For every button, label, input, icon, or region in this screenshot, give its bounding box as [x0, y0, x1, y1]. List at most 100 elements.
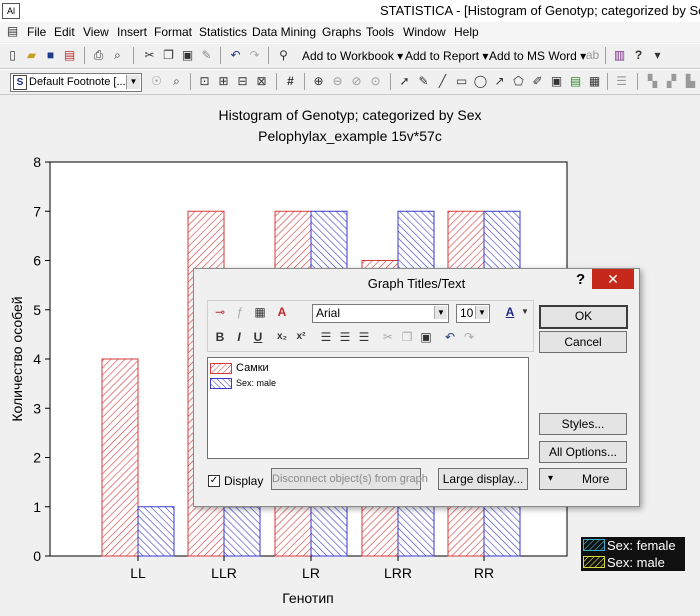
- align-center-icon[interactable]: ☰: [337, 329, 353, 345]
- menu-graphs[interactable]: Graphs: [322, 25, 361, 39]
- menu-view[interactable]: View: [83, 25, 109, 39]
- document-menu-icon[interactable]: ▤: [5, 24, 20, 39]
- disconnect-button[interactable]: Disconnect object(s) from graph: [271, 468, 428, 490]
- redo-icon[interactable]: ↷: [461, 329, 477, 345]
- insert-field-icon[interactable]: ⊸: [212, 304, 228, 320]
- undo-icon[interactable]: ↶: [442, 329, 458, 345]
- books-icon[interactable]: ▥: [612, 48, 627, 63]
- link-object-icon[interactable]: ▤: [568, 74, 583, 89]
- footnote-select[interactable]: S Default Footnote [... ▼: [10, 73, 142, 92]
- help-button[interactable]: ?: [576, 271, 585, 288]
- add-to-workbook-button[interactable]: Add to Workbook ▾: [302, 49, 403, 63]
- cut-icon[interactable]: ✂: [142, 48, 157, 63]
- close-button[interactable]: ✕: [592, 269, 634, 289]
- chevron-down-icon[interactable]: ▼: [434, 306, 447, 319]
- grid-icon[interactable]: #: [283, 74, 298, 89]
- x-axis-label[interactable]: Генотип: [282, 590, 333, 606]
- chevron-down-icon[interactable]: ▼: [475, 306, 488, 319]
- paste-icon[interactable]: ▣: [418, 329, 434, 345]
- open-icon[interactable]: ▰: [24, 48, 39, 63]
- paste-icon[interactable]: ▣: [180, 48, 195, 63]
- y-axis-label[interactable]: Количество особей: [9, 296, 25, 421]
- embed-object-icon[interactable]: ▣: [549, 74, 564, 89]
- group-icon[interactable]: ▚: [645, 74, 660, 89]
- italic-button[interactable]: I: [231, 329, 247, 345]
- legend-item-male[interactable]: Sex: male: [581, 554, 685, 571]
- menu-data-mining[interactable]: Data Mining: [252, 25, 316, 39]
- styles-button[interactable]: Styles...: [539, 413, 627, 435]
- copy-icon[interactable]: ❐: [161, 48, 176, 63]
- calculator-icon[interactable]: ▦: [252, 304, 268, 320]
- bar-female-ll[interactable]: [101, 358, 139, 557]
- ungroup-icon[interactable]: ▞: [664, 74, 679, 89]
- superscript-button[interactable]: x²: [293, 329, 309, 345]
- draw-text-icon[interactable]: ✎: [416, 74, 431, 89]
- align-right-icon[interactable]: ☰: [356, 329, 372, 345]
- display-checkbox[interactable]: ✓: [208, 475, 220, 487]
- draw-rect-icon[interactable]: ▭: [454, 74, 469, 89]
- object-properties-icon[interactable]: ▦: [587, 74, 602, 89]
- undo-icon[interactable]: ↶: [228, 48, 243, 63]
- add-to-report-button[interactable]: Add to Report ▾: [405, 49, 488, 63]
- pdf-icon[interactable]: ▤: [62, 48, 77, 63]
- bar-male-llr[interactable]: [223, 506, 261, 557]
- menu-statistics[interactable]: Statistics: [199, 25, 247, 39]
- menu-insert[interactable]: Insert: [117, 25, 147, 39]
- graph-options-icon[interactable]: ⊞: [216, 74, 231, 89]
- add-to-msword-button[interactable]: Add to MS Word ▾: [489, 49, 586, 63]
- large-display-button[interactable]: Large display...: [438, 468, 528, 490]
- draw-line-icon[interactable]: ╱: [435, 74, 450, 89]
- equation-icon[interactable]: ƒ: [232, 304, 248, 320]
- font-color-icon[interactable]: A: [502, 304, 518, 320]
- menu-format[interactable]: Format: [154, 25, 192, 39]
- draw-freehand-icon[interactable]: ✐: [530, 74, 545, 89]
- zoom-out-icon[interactable]: ⊖: [330, 74, 345, 89]
- underline-button[interactable]: U: [250, 329, 266, 345]
- draw-ellipse-icon[interactable]: ◯: [473, 74, 488, 89]
- zoom-region-icon[interactable]: ⌕: [169, 74, 184, 89]
- subscript-button[interactable]: x₂: [274, 329, 290, 345]
- font-select[interactable]: Arial ▼: [312, 304, 449, 323]
- spelling-icon[interactable]: ab: [585, 48, 600, 63]
- cut-icon[interactable]: ✂: [380, 329, 396, 345]
- align-left-icon[interactable]: ☰: [318, 329, 334, 345]
- align-icon[interactable]: ☰: [614, 74, 629, 89]
- toolbar-options-icon[interactable]: ▾: [650, 48, 665, 63]
- menu-tools[interactable]: Tools: [366, 25, 394, 39]
- menu-file[interactable]: File: [27, 25, 46, 39]
- graph-zoom-icon[interactable]: ⊡: [197, 74, 212, 89]
- menu-help[interactable]: Help: [454, 25, 479, 39]
- zoom-in-icon[interactable]: ⊕: [311, 74, 326, 89]
- save-icon[interactable]: ■: [43, 48, 58, 63]
- font-style-icon[interactable]: A: [274, 304, 290, 320]
- bold-button[interactable]: B: [212, 329, 228, 345]
- pointer-icon[interactable]: ➚: [397, 74, 412, 89]
- order-icon[interactable]: ▙: [683, 74, 698, 89]
- menu-window[interactable]: Window: [403, 25, 446, 39]
- brush-icon[interactable]: ☉: [149, 74, 164, 89]
- redo-icon[interactable]: ↷: [247, 48, 262, 63]
- chevron-down-icon[interactable]: ▼: [517, 304, 533, 320]
- new-icon[interactable]: ▯: [5, 48, 20, 63]
- draw-arrow-icon[interactable]: ↗: [492, 74, 507, 89]
- menu-edit[interactable]: Edit: [54, 25, 75, 39]
- cancel-button[interactable]: Cancel: [539, 331, 627, 353]
- help-pointer-icon[interactable]: ?: [631, 48, 646, 63]
- graph-plot-icon[interactable]: ⊟: [235, 74, 250, 89]
- all-options-button[interactable]: All Options...: [539, 441, 627, 463]
- format-painter-icon[interactable]: ✎: [199, 48, 214, 63]
- legend-item-female[interactable]: Sex: female: [581, 537, 685, 554]
- ok-button[interactable]: OK: [539, 305, 628, 329]
- graph-data-icon[interactable]: ⊠: [254, 74, 269, 89]
- zoom-reset-icon[interactable]: ⊙: [368, 74, 383, 89]
- print-icon[interactable]: ⎙: [91, 48, 106, 63]
- draw-polygon-icon[interactable]: ⬠: [511, 74, 526, 89]
- bar-male-ll[interactable]: [137, 506, 175, 557]
- print-preview-icon[interactable]: ⌕: [110, 48, 125, 63]
- text-editor[interactable]: Самки Sex: male: [207, 357, 529, 459]
- more-button[interactable]: ▾ More: [539, 468, 627, 490]
- copy-icon[interactable]: ❐: [399, 329, 415, 345]
- zoom-fit-icon[interactable]: ⊘: [349, 74, 364, 89]
- chevron-down-icon[interactable]: ▼: [126, 75, 140, 89]
- font-size-select[interactable]: 10 ▼: [456, 304, 490, 323]
